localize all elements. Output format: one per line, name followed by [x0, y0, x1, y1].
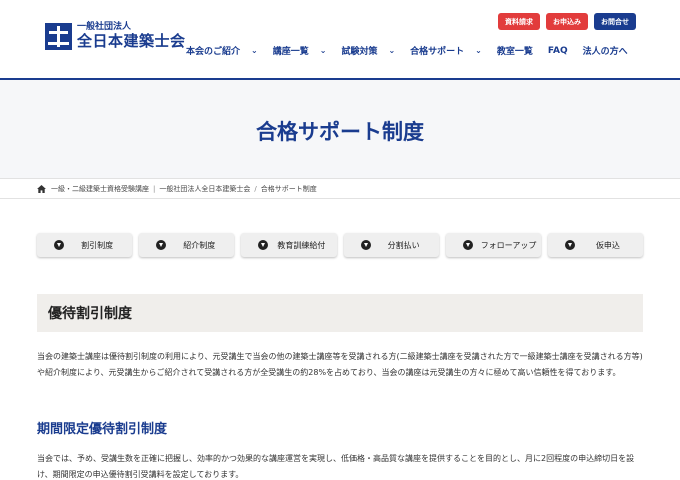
nav-item-exam[interactable]: 試験対策 ⌄	[341, 44, 395, 57]
anchor-label: フォローアップ	[480, 241, 537, 250]
nav-item-label: 教室一覧	[496, 47, 533, 57]
nav-item-label: 講座一覧	[272, 47, 309, 57]
anchor-nav: 割引制度 紹介制度 教育訓練給付 分割払い フォローアップ 仮申込	[37, 233, 644, 257]
anchor-label: 仮申込	[595, 241, 620, 250]
anchor-label: 割引制度	[81, 241, 114, 250]
nav-item-label: 本会のご紹介	[186, 47, 241, 57]
nav-item-courses[interactable]: 講座一覧 ⌄	[273, 44, 327, 57]
apply-button[interactable]: お申込み	[546, 13, 588, 30]
request-materials-button[interactable]: 資料請求	[498, 13, 540, 30]
down-arrow-circle-icon	[54, 240, 64, 250]
header-cta-group: 資料請求 お申込み お問合せ	[498, 13, 636, 30]
nav-item-label: FAQ	[547, 45, 568, 56]
nav-item-about[interactable]: 本会のご紹介 ⌄	[186, 44, 258, 57]
site-logo[interactable]: 一般社団法人 全日本建築士会	[45, 22, 186, 50]
nav-item-support[interactable]: 合格サポート ⌄	[410, 44, 482, 57]
down-arrow-circle-icon	[156, 240, 167, 250]
chevron-down-icon: ⌄	[388, 46, 396, 55]
breadcrumb: 一級・二級建築士資格受験講座 | 一般社団法人全日本建築士会 / 合格サポート制…	[0, 178, 680, 199]
logo-title: 全日本建築士会	[77, 32, 186, 50]
anchor-label: 分割払い	[387, 241, 420, 250]
chevron-down-icon: ⌄	[475, 46, 482, 55]
anchor-referral-button[interactable]: 紹介制度	[139, 233, 235, 257]
site-header: 一般社団法人 全日本建築士会 資料請求 お申込み お問合せ 本会のご紹介 ⌄ 講…	[0, 0, 680, 80]
anchor-label: 教育訓練給付	[277, 241, 326, 250]
down-arrow-circle-icon	[258, 240, 269, 250]
chevron-down-icon: ⌄	[319, 46, 327, 55]
section-paragraph: 当会の建築士講座は優待割引制度の利用により、元受講生で当会の他の建築士講座等を受…	[37, 352, 643, 377]
breadcrumb-item[interactable]: 一級・二級建築士資格受験講座	[51, 184, 149, 194]
anchor-training-benefit-button[interactable]: 教育訓練給付	[241, 233, 337, 257]
nav-item-label: 試験対策	[341, 47, 378, 57]
breadcrumb-current: 合格サポート制度	[260, 184, 317, 193]
anchor-followup-button[interactable]: フォローアップ	[445, 233, 541, 257]
nav-item-label: 法人の方へ	[582, 47, 628, 57]
section-heading: 優待割引制度	[37, 294, 643, 332]
chevron-down-icon: ⌄	[251, 46, 258, 55]
down-arrow-circle-icon	[360, 240, 371, 250]
nav-item-faq[interactable]: FAQ	[548, 46, 568, 56]
contact-button[interactable]: お問合せ	[594, 13, 636, 30]
breadcrumb-separator: |	[153, 184, 156, 193]
home-icon[interactable]	[37, 184, 46, 193]
anchor-installment-button[interactable]: 分割払い	[343, 233, 439, 257]
breadcrumb-item[interactable]: 一般社団法人全日本建築士会	[159, 184, 250, 194]
down-arrow-circle-icon	[564, 240, 575, 250]
nav-item-corporate[interactable]: 法人の方へ	[583, 44, 628, 57]
down-arrow-circle-icon	[462, 240, 473, 250]
global-nav: 本会のご紹介 ⌄ 講座一覧 ⌄ 試験対策 ⌄ 合格サポート ⌄ 教室一覧 FAQ…	[186, 44, 643, 58]
section-subheading: 期間限定優待割引制度	[37, 422, 168, 437]
logo-mark-icon	[45, 22, 72, 50]
anchor-discount-button[interactable]: 割引制度	[37, 233, 133, 257]
nav-item-classrooms[interactable]: 教室一覧	[497, 44, 533, 57]
breadcrumb-separator: /	[254, 184, 257, 193]
page-title: 合格サポート制度	[256, 120, 424, 144]
anchor-label: 紹介制度	[183, 241, 216, 250]
nav-item-label: 合格サポート	[410, 47, 465, 57]
logo-text: 一般社団法人 全日本建築士会	[77, 22, 186, 50]
anchor-provisional-apply-button[interactable]: 仮申込	[547, 233, 644, 257]
section-paragraph: 当会では、予め、受講生数を正確に把握し、効率的かつ効果的な講座運営を実現し、低価…	[37, 454, 635, 479]
